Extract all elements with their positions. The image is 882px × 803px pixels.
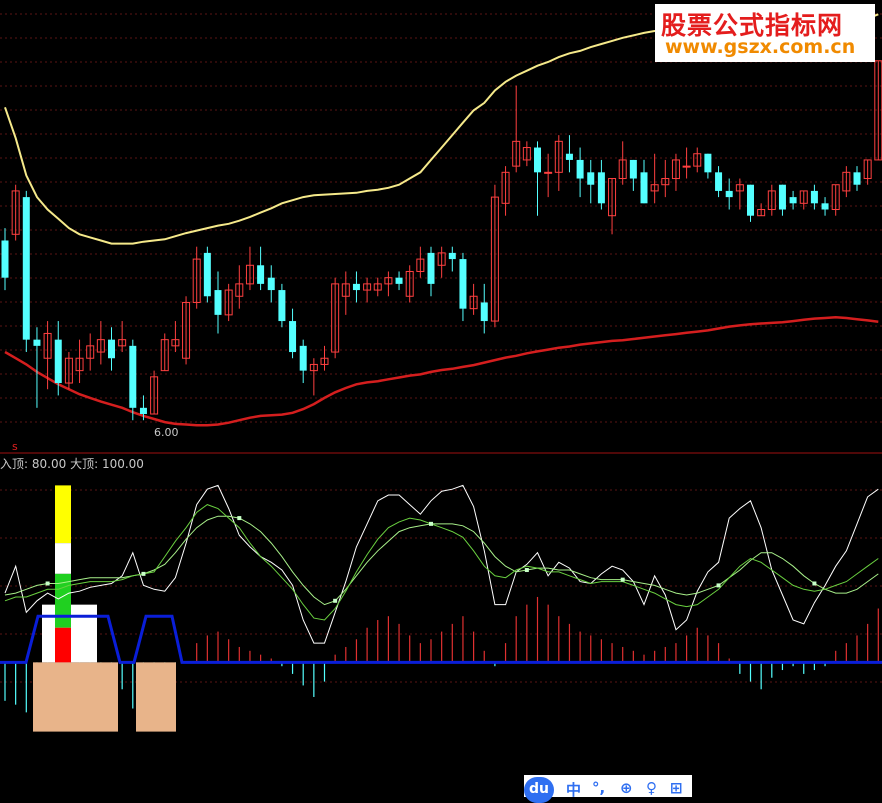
candle-body [682, 165, 691, 168]
candle-body [1, 240, 9, 278]
candle-body [214, 290, 222, 315]
candle-body [299, 345, 307, 371]
candle-body [139, 407, 147, 415]
indicator-legend: 入顶: 80.00 大顶: 100.00 [0, 455, 144, 472]
candle-body [395, 277, 403, 284]
candle-body [778, 184, 786, 210]
candle-body [459, 259, 467, 309]
emoji-icon[interactable]: ⊕ [620, 779, 633, 797]
candle-body [810, 190, 818, 204]
candle-body [534, 147, 541, 173]
candle-body [427, 252, 435, 284]
gauge-box [33, 662, 118, 732]
candle-body [352, 283, 360, 291]
kline-chart: 股票公式指标网 www.gszx.com.cn s 6.00 入顶: 80.00… [0, 0, 882, 803]
candle-body [278, 290, 286, 322]
candle-body [565, 153, 573, 160]
d-line-marker [141, 571, 146, 576]
candle-body [203, 252, 211, 297]
candle-body [587, 172, 595, 185]
candle-body [640, 172, 648, 204]
small-top-label: 入顶: [0, 457, 29, 471]
candle-body [576, 159, 584, 179]
candle-body [480, 302, 488, 322]
d-line-marker [524, 568, 529, 573]
candle-body [821, 203, 829, 210]
d-line-marker [45, 581, 50, 586]
d-line-marker [333, 598, 338, 603]
low-price-label: 6.00 [154, 426, 179, 439]
watermark: 股票公式指标网 www.gszx.com.cn [655, 4, 875, 62]
d-line-marker [237, 516, 242, 521]
candle-body [597, 172, 605, 204]
candle-body [54, 339, 62, 384]
indicator-line-k [4, 484, 879, 644]
gauge-box [136, 662, 176, 732]
small-top-value: 80.00 [31, 457, 67, 471]
candle-body [704, 153, 712, 173]
d-line-marker [620, 577, 625, 582]
candle-body [747, 184, 754, 216]
candle-body [129, 345, 137, 408]
signal-column [55, 485, 71, 544]
d-line-marker [429, 521, 433, 526]
candle-body [715, 172, 723, 191]
candle-body [33, 339, 41, 346]
chart-canvas [0, 13, 882, 732]
candle-body [22, 197, 30, 340]
d-line-marker [716, 583, 721, 588]
bottom-toolbar[interactable]: du 中 °, ⊕ ♀ ⊞ [524, 775, 692, 803]
candle-body [267, 277, 275, 291]
candle-body [289, 321, 297, 353]
signal-column [55, 543, 71, 574]
candle-body [544, 171, 553, 174]
signal-marker: s [12, 440, 18, 453]
candle-body [853, 172, 861, 185]
signal-column [55, 627, 71, 663]
candle-body [448, 252, 456, 260]
candle-body [789, 197, 797, 204]
menu-icon[interactable]: ⊞ [670, 779, 683, 797]
candle-body [108, 339, 115, 359]
candle-body [257, 265, 265, 284]
candle-body [629, 159, 637, 179]
d-line-marker [812, 581, 817, 586]
watermark-url: www.gszx.com.cn [665, 36, 856, 58]
punctuation-icon[interactable]: °, [592, 779, 605, 797]
big-top-label: 大顶: [70, 457, 99, 471]
candle-body [725, 190, 733, 198]
du-logo-icon[interactable]: du [524, 777, 554, 803]
voice-icon[interactable]: ♀ [646, 779, 657, 797]
big-top-value: 100.00 [101, 457, 144, 471]
baseline-line [0, 614, 882, 664]
